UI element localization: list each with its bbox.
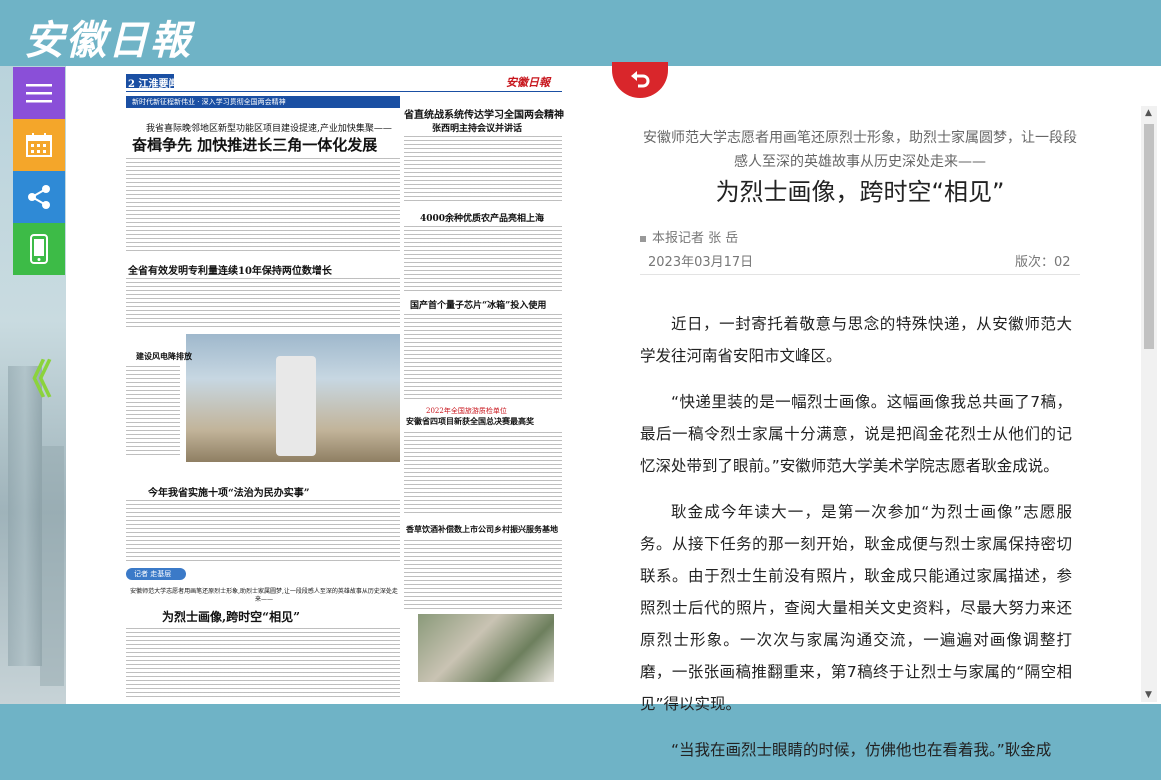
rule <box>126 91 562 92</box>
article-title: 为烈士画像，跨时空“相见” <box>715 178 1005 206</box>
headline-awards[interactable]: 安徽省四项目新获全国总决赛最高奖 <box>406 416 534 427</box>
mobile-phone-icon <box>30 234 48 264</box>
calendar-button[interactable] <box>13 119 65 171</box>
scroll-down-icon[interactable]: ▼ <box>1145 690 1152 700</box>
headline-united-front[interactable]: 省直统战系统传达学习全国两会精神 <box>404 106 564 121</box>
menu-button[interactable] <box>13 67 65 119</box>
bottom-kicker: 安徽师范大学志愿者用画笔还原烈士形象,助烈士家属圆梦,让一段段感人至深的英雄故事… <box>130 588 398 603</box>
text-column <box>126 158 400 253</box>
headline-quantum[interactable]: 国产首个量子芯片“冰箱”投入使用 <box>410 298 546 311</box>
vertical-scrollbar[interactable]: ▲ ▼ <box>1141 106 1157 702</box>
article-edition: 版次：02 <box>1015 255 1071 270</box>
newspaper-masthead: 安徽日報 <box>506 76 550 89</box>
photo-tower <box>276 356 316 456</box>
subhead-meeting: 张西明主持会议并讲话 <box>432 124 523 134</box>
article-subtitle: 安徽师范大学志愿者用画笔还原烈士形象，助烈士家属圆梦，让一段段感人至深的英雄故事… <box>643 130 1077 170</box>
lead-kicker: 我省喜际晚邻地区新型功能区项目建设提速,产业加快集聚—— <box>146 124 392 134</box>
collapse-sidebar-icon[interactable]: 《 <box>12 360 52 400</box>
photo-caption: 建设风电降排放 <box>136 351 192 361</box>
article-author: 本报记者 张 岳 <box>640 227 738 246</box>
hamburger-icon <box>26 84 52 103</box>
newspaper-page[interactable]: 2 江淮要闻 安徽日報 新时代新征程新伟业 · 深入学习贯彻全国两会精神 我省喜… <box>66 66 612 704</box>
headline-rural[interactable]: 香草饮酒补偿数上市公司乡村振兴服务基地 <box>406 524 558 535</box>
article-body: 近日，一封寄托着敬意与思念的特殊快递，从安徽师范大学发往河南省安阳市文峰区。 “… <box>640 308 1072 780</box>
bottom-headline[interactable]: 为烈士画像,跨时空“相见” <box>162 608 300 625</box>
reporter-tag: 记者 走基层 <box>134 570 172 578</box>
background-tower <box>8 366 42 666</box>
kicker-awards: 2022年全国旅游质检单位 <box>426 407 507 415</box>
article-paragraph: 近日，一封寄托着敬意与思念的特殊快递，从安徽师范大学发往河南省安阳市文峰区。 <box>640 315 1072 365</box>
text-column <box>126 500 400 562</box>
scrollbar-thumb[interactable] <box>1144 124 1154 349</box>
headline-rule-of-law[interactable]: 今年我省实施十项“法治为民办实事” <box>148 484 310 499</box>
text-column <box>126 366 180 456</box>
article-paragraph: “当我在画烈士眼睛的时候，仿佛他也在看着我。”耿金成 <box>671 741 1052 759</box>
calendar-icon <box>26 133 52 157</box>
headline-patents[interactable]: 全省有效发明专利量连续10年保持两位数增长 <box>128 262 332 277</box>
page-label: 2 江淮要闻 <box>128 79 179 90</box>
author-text: 本报记者 张 岳 <box>652 231 739 246</box>
text-column <box>404 432 562 516</box>
share-button[interactable] <box>13 171 65 223</box>
site-logo[interactable]: 安徽日報 <box>24 8 192 66</box>
background-tower <box>40 446 64 686</box>
rural-photo[interactable] <box>418 614 554 682</box>
header-bar: 安徽日報 <box>0 0 1161 66</box>
mobile-button[interactable] <box>13 223 65 275</box>
back-arrow-icon <box>631 71 650 88</box>
headline-agri[interactable]: 4000余种优质农产品亮相上海 <box>420 211 544 224</box>
text-column <box>126 628 400 700</box>
bullet-square-icon <box>640 235 646 242</box>
text-column <box>404 314 562 402</box>
lead-headline[interactable]: 奋楫争先 加快推进长三角一体化发展 <box>132 134 377 155</box>
scroll-up-icon[interactable]: ▲ <box>1145 108 1152 118</box>
banner-tag: 新时代新征程新伟业 · 深入学习贯彻全国两会精神 <box>132 98 286 106</box>
article-date: 2023年03月17日 <box>648 255 754 270</box>
article-paragraph: 耿金成今年读大一，是第一次参加“为烈士画像”志愿服务。从接下任务的那一刻开始，耿… <box>640 503 1072 713</box>
share-icon <box>28 185 50 209</box>
text-column <box>404 540 562 610</box>
text-column <box>404 226 562 292</box>
article-paragraph: “快递里装的是一幅烈士画像。这幅画像我总共画了7稿，最后一稿令烈士家属十分满意，… <box>640 393 1072 475</box>
text-column <box>126 278 400 330</box>
meta-divider <box>640 274 1080 275</box>
text-column <box>404 136 562 204</box>
